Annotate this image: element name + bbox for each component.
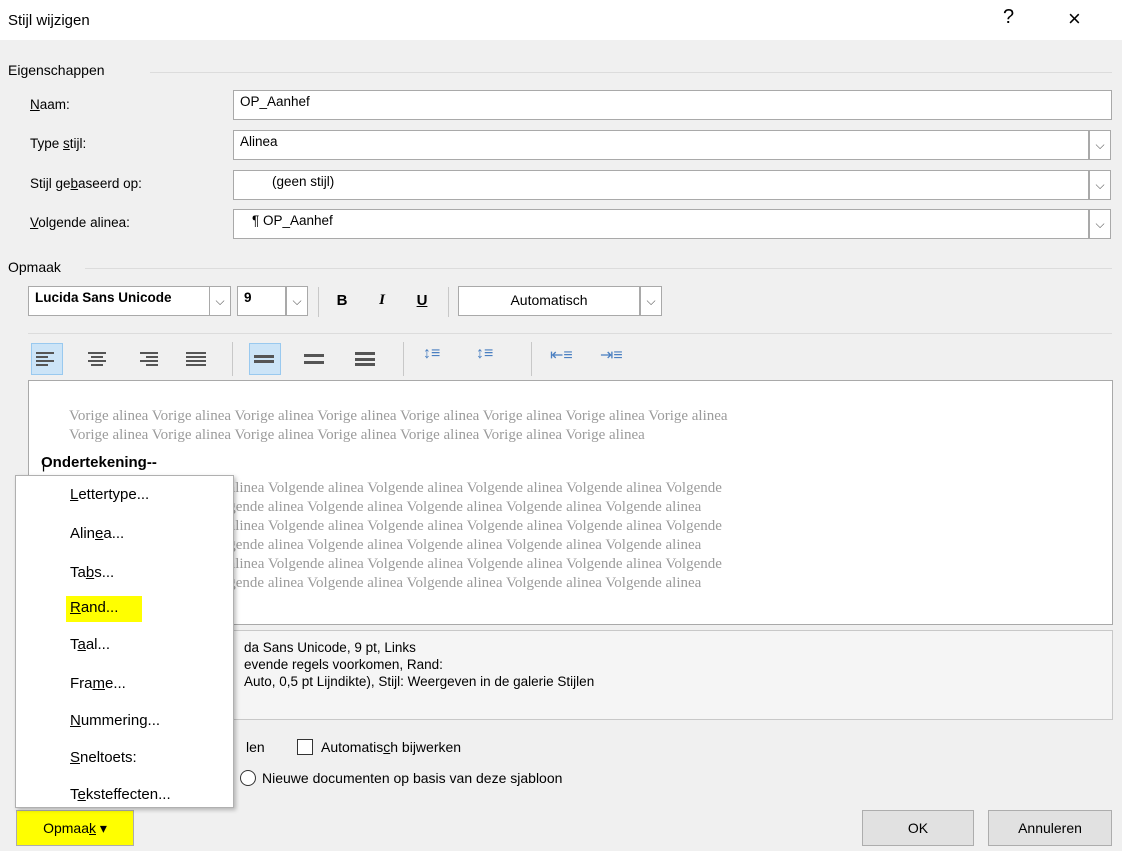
format-menu: Lettertype... Alinea... Tabs... Rand... … xyxy=(15,475,234,808)
menu-item-shortcut[interactable]: Sneltoets: xyxy=(70,749,137,766)
ok-button[interactable]: OK xyxy=(862,810,974,846)
chevron-down-icon[interactable]: ⌵ xyxy=(640,286,662,316)
close-button[interactable]: × xyxy=(1068,6,1081,32)
format-section-label: Opmaak xyxy=(8,259,61,275)
description-line: Auto, 0,5 pt Lijndikte), Stijl: Weergeve… xyxy=(244,674,595,689)
name-field[interactable]: OP_Aanhef xyxy=(233,90,1112,120)
menu-item-paragraph[interactable]: Alinea... xyxy=(70,525,124,542)
menu-item-border[interactable]: Rand... xyxy=(70,599,118,616)
chevron-down-icon[interactable]: ⌵ xyxy=(1089,130,1111,160)
dialog-title: Stijl wijzigen xyxy=(8,12,90,29)
properties-section-label: Eigenschappen xyxy=(8,62,105,78)
auto-update-label: Automatisch bijwerken xyxy=(321,739,462,755)
single-spacing-icon xyxy=(254,353,276,365)
menu-item-numbering[interactable]: Nummering... xyxy=(70,712,160,729)
gallery-label: len xyxy=(246,739,265,755)
underline-button[interactable]: U xyxy=(412,292,432,309)
separator xyxy=(531,342,532,376)
name-label: Naam: xyxy=(30,97,70,112)
new-docs-label: Nieuwe documenten op basis van deze sjab… xyxy=(262,770,563,786)
type-label: Type stijl: xyxy=(30,136,87,151)
based-on-select[interactable]: (geen stijl) xyxy=(233,170,1089,200)
italic-button[interactable]: I xyxy=(372,292,392,309)
separator xyxy=(318,287,319,317)
help-button[interactable]: ? xyxy=(1003,6,1014,29)
justify-icon[interactable] xyxy=(186,350,208,368)
divider xyxy=(150,72,1112,73)
format-menu-button[interactable]: Opmaak ▾ xyxy=(16,810,134,846)
menu-item-font[interactable]: Lettertype... xyxy=(70,486,149,503)
align-center-icon[interactable] xyxy=(86,350,108,368)
chevron-down-icon[interactable]: ⌵ xyxy=(209,286,231,316)
separator xyxy=(448,287,449,317)
description-line: da Sans Unicode, 9 pt, Links xyxy=(244,640,416,655)
next-paragraph-label: Volgende alinea: xyxy=(30,215,130,230)
description-line: evende regels voorkomen, Rand: xyxy=(244,657,443,672)
separator xyxy=(232,342,233,376)
separator xyxy=(403,342,404,376)
new-docs-radio[interactable] xyxy=(240,770,256,786)
double-spacing-icon[interactable] xyxy=(355,350,377,368)
divider xyxy=(85,268,1112,269)
chevron-down-icon[interactable]: ⌵ xyxy=(1089,209,1111,239)
decrease-indent-icon[interactable]: ⇤≡ xyxy=(550,345,573,365)
menu-item-text-effects[interactable]: Teksteffecten... xyxy=(70,786,171,803)
increase-spacing-before-icon[interactable]: ↕≡ xyxy=(423,345,440,363)
menu-item-language[interactable]: Taal... xyxy=(70,636,110,653)
menu-item-frame[interactable]: Frame... xyxy=(70,675,126,692)
chevron-down-icon[interactable]: ⌵ xyxy=(1089,170,1111,200)
font-select[interactable]: Lucida Sans Unicode xyxy=(28,286,211,316)
based-on-label: Stijl gebaseerd op: xyxy=(30,176,142,191)
menu-item-tabs[interactable]: Tabs... xyxy=(70,564,114,581)
preview-previous-line: Vorige alinea Vorige alinea Vorige aline… xyxy=(69,427,645,443)
font-size-select[interactable]: 9 xyxy=(237,286,286,316)
type-select[interactable]: Alinea xyxy=(233,130,1089,160)
font-color-select[interactable]: Automatisch xyxy=(458,286,640,316)
next-paragraph-select[interactable]: ¶ OP_Aanhef xyxy=(233,209,1089,239)
align-right-icon[interactable] xyxy=(136,350,158,368)
divider xyxy=(28,333,1112,334)
align-left-icon xyxy=(36,350,58,368)
one-half-spacing-icon[interactable] xyxy=(304,352,326,366)
auto-update-checkbox[interactable] xyxy=(297,739,313,755)
chevron-down-icon[interactable]: ⌵ xyxy=(286,286,308,316)
title-bar xyxy=(0,0,1122,40)
preview-sample-text: Ondertekening-- xyxy=(41,454,157,471)
cancel-button[interactable]: Annuleren xyxy=(988,810,1112,846)
bold-button[interactable]: B xyxy=(332,292,352,309)
increase-indent-icon[interactable]: ⇥≡ xyxy=(600,345,623,365)
decrease-spacing-before-icon[interactable]: ↕≡ xyxy=(476,345,493,363)
preview-previous-line: Vorige alinea Vorige alinea Vorige aline… xyxy=(69,408,728,424)
